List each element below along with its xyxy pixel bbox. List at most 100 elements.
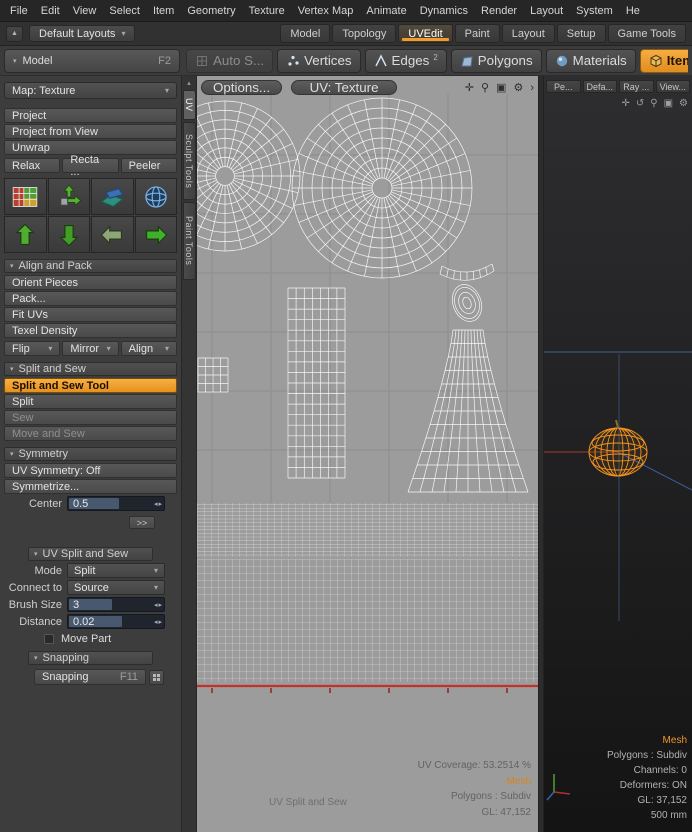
fit-uvs-button[interactable]: Fit UVs [4, 307, 177, 322]
align-dropdown[interactable]: Align▾ [121, 341, 177, 356]
menu-animate[interactable]: Animate [366, 5, 406, 17]
mode-dropdown[interactable]: Split ▾ [67, 563, 165, 578]
section-symmetry[interactable]: ▾ Symmetry [4, 447, 177, 461]
zoom-icon[interactable]: ⚲ [481, 81, 489, 94]
vertical-tab-paint-tools[interactable]: Paint Tools [183, 202, 196, 280]
tab-layout[interactable]: Layout [502, 24, 555, 43]
menu-geometry[interactable]: Geometry [187, 5, 235, 17]
menu-help[interactable]: He [626, 5, 640, 17]
menu-vertex-map[interactable]: Vertex Map [298, 5, 354, 17]
uv-symmetry-button[interactable]: UV Symmetry: Off [4, 463, 177, 478]
uv-editor-viewport[interactable]: Options... UV: Texture ✛ ⚲ ▣ ⚙ › UV Spli… [197, 76, 538, 832]
menu-render[interactable]: Render [481, 5, 517, 17]
frame-icon[interactable]: ▣ [664, 98, 673, 109]
split-button[interactable]: Split [4, 394, 177, 409]
viewport-tab-perspective[interactable]: Pe... [546, 80, 581, 93]
menu-layout[interactable]: Layout [530, 5, 563, 17]
distance-stepper[interactable]: ◂ ▸ [152, 618, 164, 626]
orbit-icon[interactable]: ↺ [636, 98, 644, 109]
uv-map-tool-button[interactable] [4, 178, 47, 215]
split-and-sew-tool-button[interactable]: Split and Sew Tool [4, 378, 177, 393]
viewport-tab-ray[interactable]: Ray ... [619, 80, 654, 93]
center-stepper[interactable]: ◂ ▸ [152, 500, 164, 508]
menu-dynamics[interactable]: Dynamics [420, 5, 468, 17]
pack-button[interactable]: Pack... [4, 291, 177, 306]
more-icon[interactable]: › [530, 82, 534, 94]
center-input[interactable]: 0.5 ◂ ▸ [67, 496, 165, 511]
relax-button[interactable]: Relax [4, 158, 60, 173]
tab-uvedit[interactable]: UVEdit [398, 24, 452, 43]
tab-game-tools[interactable]: Game Tools [608, 24, 687, 43]
uv-move-right-button[interactable] [135, 216, 178, 253]
tab-paint[interactable]: Paint [455, 24, 500, 43]
move-uv-tool-button[interactable] [48, 178, 91, 215]
frame-icon[interactable]: ▣ [496, 81, 506, 94]
materials-button[interactable]: Materials [546, 49, 636, 73]
vertices-button[interactable]: Vertices [277, 49, 360, 73]
projection-tool-button[interactable] [91, 178, 134, 215]
map-selector-dropdown[interactable]: Map: Texture ▾ [4, 82, 177, 99]
snapping-button[interactable]: Snapping F11 [34, 669, 146, 685]
menu-view[interactable]: View [73, 5, 97, 17]
viewport-tab-view[interactable]: View... [656, 80, 691, 93]
tab-topology[interactable]: Topology [332, 24, 396, 43]
move-part-checkbox[interactable] [44, 634, 54, 644]
orient-pieces-button[interactable]: Orient Pieces [4, 275, 177, 290]
section-align-and-pack[interactable]: ▾ Align and Pack [4, 259, 177, 273]
stepper-left-icon[interactable]: ◂ [154, 618, 158, 626]
menu-select[interactable]: Select [109, 5, 140, 17]
zoom-icon[interactable]: ⚲ [650, 98, 657, 109]
stepper-left-icon[interactable]: ◂ [154, 500, 158, 508]
flip-dropdown[interactable]: Flip▾ [4, 341, 60, 356]
menu-file[interactable]: File [10, 5, 28, 17]
stepper-left-icon[interactable]: ◂ [154, 601, 158, 609]
layouts-icon[interactable]: ▲ [6, 26, 23, 42]
gear-icon[interactable]: ⚙ [679, 98, 688, 109]
peeler-button[interactable]: Peeler [121, 158, 177, 173]
gear-icon[interactable]: ⚙ [513, 81, 523, 94]
collapse-strip-icon[interactable]: ▴ [187, 79, 191, 88]
tab-setup[interactable]: Setup [557, 24, 606, 43]
edges-button[interactable]: Edges 2 [365, 49, 447, 73]
section-snapping[interactable]: ▾ Snapping [28, 651, 153, 665]
uv-move-left-button[interactable] [91, 216, 134, 253]
auto-select-button[interactable]: Auto S... [186, 49, 273, 73]
sew-button[interactable]: Sew [4, 410, 177, 425]
symmetrize-button[interactable]: Symmetrize... [4, 479, 177, 494]
rectangle-button[interactable]: Recta ... [62, 158, 118, 173]
pan-icon[interactable]: ✛ [621, 98, 629, 109]
vertical-tab-sculpt-tools[interactable]: Sculpt Tools [183, 122, 196, 200]
polygons-button[interactable]: Polygons [451, 49, 542, 73]
distance-input[interactable]: 0.02 ◂ ▸ [67, 614, 165, 629]
connect-to-dropdown[interactable]: Source ▾ [67, 580, 165, 595]
stepper-right-icon[interactable]: ▸ [158, 601, 162, 609]
section-split-and-sew[interactable]: ▾ Split and Sew [4, 362, 177, 376]
menu-edit[interactable]: Edit [41, 5, 60, 17]
project-button[interactable]: Project [4, 108, 177, 123]
expand-options-button[interactable]: >> [129, 516, 155, 529]
uv-move-down-button[interactable] [48, 216, 91, 253]
menu-item[interactable]: Item [153, 5, 174, 17]
menu-texture[interactable]: Texture [249, 5, 285, 17]
viewport-tab-default[interactable]: Defa... [583, 80, 618, 93]
move-and-sew-button[interactable]: Move and Sew [4, 426, 177, 441]
mirror-dropdown[interactable]: Mirror▾ [62, 341, 118, 356]
tab-model[interactable]: Model [280, 24, 330, 43]
perspective-viewport[interactable]: Pe... Defa... Ray ... View... ✛ ↺ ⚲ ▣ ⚙ … [544, 76, 692, 832]
options-button[interactable]: Options... [201, 80, 282, 95]
brush-size-stepper[interactable]: ◂ ▸ [152, 601, 164, 609]
model-panel-header[interactable]: ▾ Model F2 [4, 49, 180, 73]
pan-icon[interactable]: ✛ [465, 81, 474, 94]
menu-system[interactable]: System [576, 5, 613, 17]
stepper-right-icon[interactable]: ▸ [158, 618, 162, 626]
texel-density-button[interactable]: Texel Density [4, 323, 177, 338]
uv-move-up-button[interactable] [4, 216, 47, 253]
stepper-right-icon[interactable]: ▸ [158, 500, 162, 508]
section-uv-split-and-sew[interactable]: ▾ UV Split and Sew [28, 547, 153, 561]
snapping-options-button[interactable] [149, 670, 164, 685]
project-from-view-button[interactable]: Project from View [4, 124, 177, 139]
default-layouts-dropdown[interactable]: Default Layouts ▾ [29, 25, 135, 42]
uv-texture-header-button[interactable]: UV: Texture [291, 80, 397, 95]
brush-size-input[interactable]: 3 ◂ ▸ [67, 597, 165, 612]
sphere-projection-button[interactable] [135, 178, 178, 215]
